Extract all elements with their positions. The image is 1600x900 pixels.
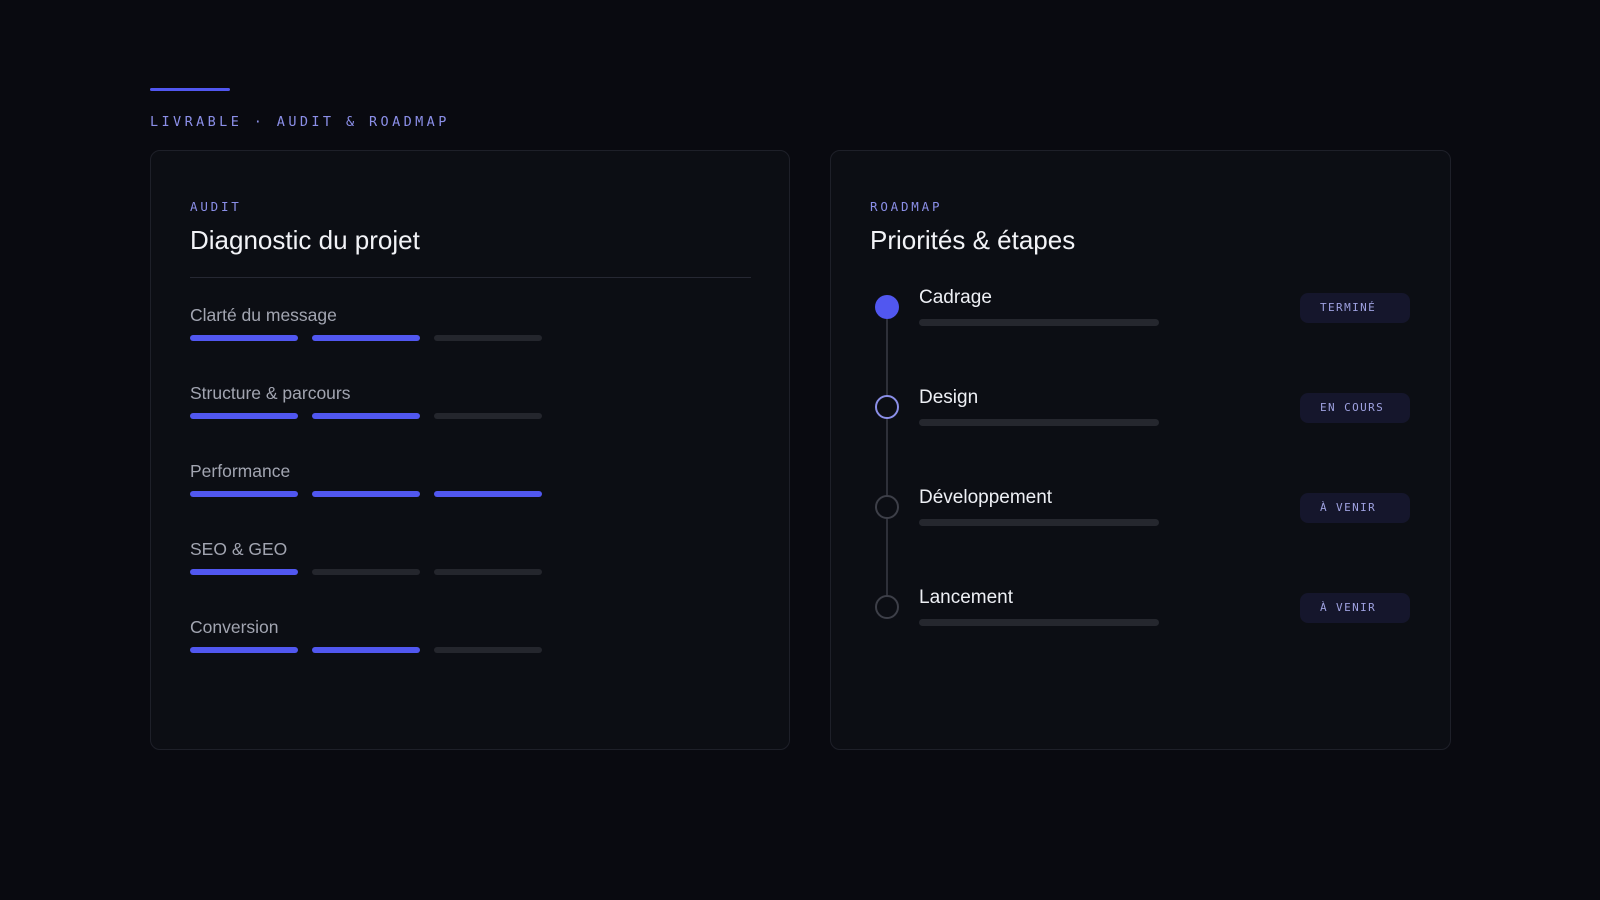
score-segment-empty: [434, 335, 542, 341]
roadmap-kicker: ROADMAP: [870, 199, 943, 214]
audit-criterion: Performance: [190, 459, 556, 537]
score-segment-filled: [312, 413, 420, 419]
step-progress-bar: [919, 519, 1159, 526]
status-badge: À VENIR: [1300, 593, 1410, 623]
step-name: Design: [919, 387, 979, 408]
ring-circle-icon: [875, 395, 899, 419]
criterion-score-bars: [190, 335, 556, 341]
audit-criteria-list: Clarté du message Structure & parcours Per…: [190, 303, 556, 693]
criterion-score-bars: [190, 491, 556, 497]
score-segment-filled: [312, 491, 420, 497]
score-segment-filled: [434, 491, 542, 497]
criterion-label: SEO & GEO: [190, 539, 288, 559]
score-segment-filled: [312, 335, 420, 341]
audit-title: Diagnostic du projet: [190, 225, 420, 255]
empty-circle-icon: [875, 595, 899, 619]
step-name: Lancement: [919, 587, 1014, 608]
empty-circle-icon: [875, 495, 899, 519]
step-name: Développement: [919, 487, 1053, 508]
score-segment-empty: [312, 569, 420, 575]
criterion-score-bars: [190, 647, 556, 653]
status-badge: EN COURS: [1300, 393, 1410, 423]
audit-criterion: Structure & parcours: [190, 381, 556, 459]
audit-criterion: SEO & GEO: [190, 537, 556, 615]
roadmap-step: Cadrage TERMINÉ: [831, 287, 1450, 387]
score-segment-filled: [190, 491, 298, 497]
audit-criterion: Clarté du message: [190, 303, 556, 381]
roadmap-step: Design EN COURS: [831, 387, 1450, 487]
roadmap-step: Lancement À VENIR: [831, 587, 1450, 687]
audit-card: AUDIT Diagnostic du projet Clarté du mes…: [150, 150, 790, 750]
criterion-label: Performance: [190, 461, 291, 481]
roadmap-card: ROADMAP Priorités & étapes Cadrage TERMIN…: [830, 150, 1451, 750]
criterion-label: Clarté du message: [190, 305, 337, 325]
criterion-label: Structure & parcours: [190, 383, 351, 403]
step-progress-bar: [919, 419, 1159, 426]
step-progress-bar: [919, 619, 1159, 626]
criterion-score-bars: [190, 413, 556, 419]
status-badge: À VENIR: [1300, 493, 1410, 523]
audit-divider: [190, 277, 751, 278]
audit-kicker: AUDIT: [190, 199, 242, 214]
roadmap-step: Développement À VENIR: [831, 487, 1450, 587]
roadmap-title: Priorités & étapes: [870, 225, 1076, 255]
header-accent-line: [150, 88, 230, 91]
audit-criterion: Conversion: [190, 615, 556, 693]
score-segment-filled: [190, 569, 298, 575]
filled-circle-icon: [875, 295, 899, 319]
step-progress-bar: [919, 319, 1159, 326]
section-label: LIVRABLE · AUDIT & ROADMAP: [150, 114, 450, 130]
score-segment-empty: [434, 413, 542, 419]
score-segment-filled: [190, 647, 298, 653]
status-badge: TERMINÉ: [1300, 293, 1410, 323]
score-segment-empty: [434, 647, 542, 653]
page: LIVRABLE · AUDIT & ROADMAP AUDIT Diagnos…: [0, 0, 1600, 900]
criterion-score-bars: [190, 569, 556, 575]
step-name: Cadrage: [919, 287, 992, 308]
score-segment-filled: [312, 647, 420, 653]
score-segment-filled: [190, 335, 298, 341]
criterion-label: Conversion: [190, 617, 279, 637]
score-segment-filled: [190, 413, 298, 419]
score-segment-empty: [434, 569, 542, 575]
